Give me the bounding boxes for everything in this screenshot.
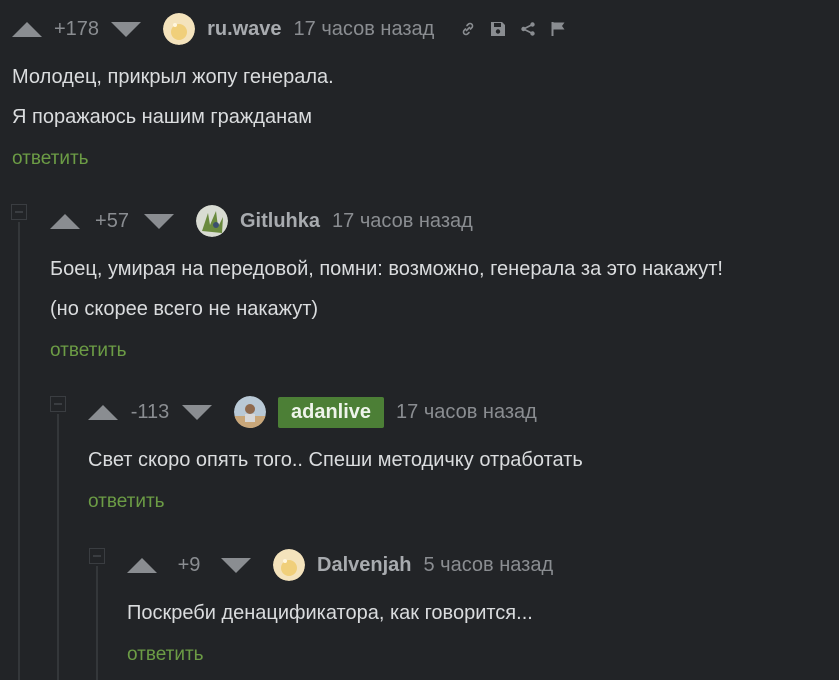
comment-tools <box>446 21 566 37</box>
comment-text-line: Я поражаюсь нашим гражданам <box>12 106 312 128</box>
upvote-arrow-icon[interactable] <box>88 404 118 420</box>
avatar[interactable] <box>234 396 266 428</box>
avatar-image-icon <box>234 396 266 428</box>
comment-author[interactable]: Gitluhka <box>240 210 320 233</box>
comment-header: +57 Gitluhka 17 часов назад <box>50 205 473 237</box>
avatar-image-icon <box>273 549 305 581</box>
collapse-thread-button[interactable] <box>50 396 66 412</box>
save-icon[interactable] <box>490 21 506 37</box>
upvote-arrow-icon[interactable] <box>50 213 80 229</box>
comment-text-line: Поскреби денацификатора, как говорится..… <box>127 602 533 624</box>
comment-rating: -113 <box>130 400 170 423</box>
comment-author[interactable]: Dalvenjah <box>317 554 411 577</box>
comment-rating: +57 <box>95 209 129 232</box>
avatar-image-icon <box>196 205 228 237</box>
thread-line[interactable] <box>57 414 59 680</box>
share-icon[interactable] <box>520 21 536 37</box>
comment-time: 17 часов назад <box>293 17 435 40</box>
comment-text-line: Боец, умирая на передовой, помни: возмож… <box>50 258 723 280</box>
flag-icon[interactable] <box>550 21 566 37</box>
upvote-arrow-icon[interactable] <box>127 557 157 573</box>
link-icon[interactable] <box>460 21 476 37</box>
comment-time: 17 часов назад <box>396 400 537 423</box>
comment-header: -113 adanlive 17 часов назад <box>88 396 537 428</box>
downvote-arrow-icon[interactable] <box>144 213 174 229</box>
downvote-arrow-icon[interactable] <box>111 21 142 37</box>
avatar[interactable] <box>163 13 196 45</box>
thread-line[interactable] <box>96 566 98 680</box>
reply-link[interactable]: ответить <box>127 644 204 666</box>
comment-rating: +9 <box>177 553 201 576</box>
comment-author-op-badge[interactable]: adanlive <box>278 396 385 428</box>
collapse-thread-button[interactable] <box>11 204 27 220</box>
comment-text-line: (но скорее всего не накажут) <box>50 298 319 320</box>
upvote-arrow-icon[interactable] <box>12 21 42 37</box>
comment-author[interactable]: ru.wave <box>207 18 281 41</box>
comments-page: +178 ru.wave 17 часов назад Молодец, при… <box>0 0 839 680</box>
avatar-image-icon <box>163 13 196 45</box>
comment-time: 17 часов назад <box>332 209 473 232</box>
comment-rating: +178 <box>54 17 100 40</box>
downvote-arrow-icon[interactable] <box>221 557 251 573</box>
comment-text-line: Молодец, прикрыл жопу генерала. <box>12 66 334 88</box>
reply-link[interactable]: ответить <box>12 148 89 170</box>
downvote-arrow-icon[interactable] <box>182 404 212 420</box>
avatar[interactable] <box>196 205 228 237</box>
reply-link[interactable]: ответить <box>88 491 165 513</box>
avatar[interactable] <box>273 549 305 581</box>
comment-text-line: Свет скоро опять того.. Спеши методичку … <box>88 449 583 471</box>
reply-link[interactable]: ответить <box>50 340 127 362</box>
comment-time: 5 часов назад <box>423 553 554 576</box>
thread-line[interactable] <box>18 222 20 680</box>
collapse-thread-button[interactable] <box>89 548 105 564</box>
comment-header: +9 Dalvenjah 5 часов назад <box>127 549 554 581</box>
comment-header: +178 ru.wave 17 часов назад <box>12 13 566 45</box>
